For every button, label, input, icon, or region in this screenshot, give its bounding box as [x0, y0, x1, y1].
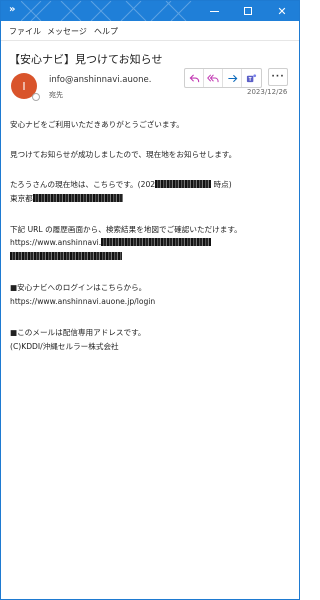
address-line: 東京都: [10, 193, 123, 204]
location-line: たろうさんの現在地は、こちらです。(202 時点): [10, 179, 232, 190]
sent-date: 2023/12/26: [247, 88, 288, 96]
location-suffix: 時点): [213, 180, 232, 189]
close-button[interactable]: ✕: [265, 1, 299, 21]
maximize-button[interactable]: [231, 1, 265, 21]
history-url[interactable]: https://www.anshinnavi.: [10, 238, 101, 247]
history-url-line-2[interactable]: [10, 251, 122, 262]
more-icon: ···: [271, 72, 285, 82]
redacted-url-tail: [10, 252, 122, 260]
redacted-url-part: [101, 238, 212, 246]
login-url[interactable]: https://www.anshinnavi.auone.jp/login: [10, 296, 155, 307]
title-bar: » ✕: [1, 1, 299, 21]
avatar-initial: I: [22, 79, 26, 93]
reply-button[interactable]: [185, 69, 204, 87]
mail-window: » ✕ ファイル メッセージ ヘルプ 【安心ナビ】見つけてお知らせ I info…: [0, 0, 300, 600]
email-subject: 【安心ナビ】見つけてお知らせ: [9, 53, 163, 66]
forward-button[interactable]: [223, 69, 242, 87]
menu-message[interactable]: メッセージ: [47, 26, 87, 37]
forward-icon: [227, 74, 237, 82]
greeting-text: 安心ナビをご利用いただきありがとうございます。: [10, 120, 184, 129]
copyright-text: (C)KDDI/沖縄セルラー株式会社: [10, 342, 119, 351]
minimize-button[interactable]: [197, 1, 231, 21]
history-text: 下記 URL の履歴画面から、検索結果を地図でご確認いただけます。: [10, 225, 242, 234]
message-actions: [184, 68, 262, 88]
footer-note: ■このメールは配信専用アドレスです。: [10, 328, 146, 337]
login-heading: ■安心ナビへのログインはこちらから。: [10, 283, 147, 292]
history-url-line[interactable]: https://www.anshinnavi.: [10, 237, 212, 248]
menu-help[interactable]: ヘルプ: [94, 26, 118, 37]
teams-button[interactable]: [242, 69, 261, 87]
menu-file[interactable]: ファイル: [9, 26, 41, 37]
overflow-chevron-icon[interactable]: »: [9, 4, 16, 15]
minimize-icon: [209, 10, 219, 12]
teams-icon: [246, 73, 257, 82]
recipient-label[interactable]: 宛先: [49, 90, 63, 100]
more-options-button[interactable]: ···: [268, 68, 288, 86]
maximize-icon: [244, 7, 252, 15]
presence-indicator: [32, 93, 40, 101]
close-icon: ✕: [277, 4, 287, 18]
reply-all-icon: [207, 73, 219, 82]
reply-icon: [189, 73, 199, 82]
address-prefix: 東京都: [10, 194, 33, 203]
titlebar-pattern: [21, 1, 192, 21]
redacted-timestamp: [155, 180, 212, 188]
redacted-address: [32, 194, 123, 202]
sender-address[interactable]: info@anshinnavi.auone.: [49, 75, 157, 85]
reply-all-button[interactable]: [204, 69, 223, 87]
menu-bar: ファイル メッセージ ヘルプ: [1, 21, 299, 41]
location-prefix: たろうさんの現在地は、こちらです。(202: [10, 180, 156, 189]
notice-text: 見つけてお知らせが成功しましたので、現在地をお知らせします。: [10, 150, 237, 159]
